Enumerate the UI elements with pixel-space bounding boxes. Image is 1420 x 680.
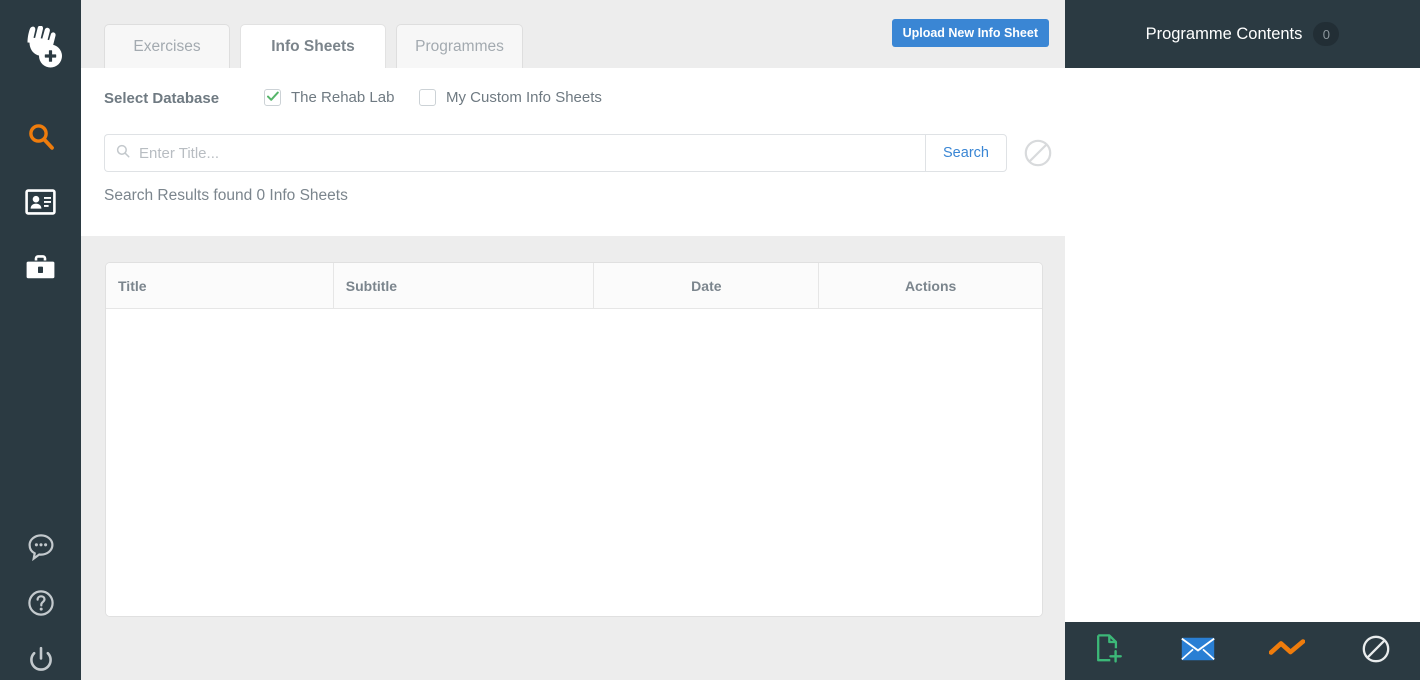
checkbox-box[interactable] [419,89,436,106]
column-label: Title [118,277,147,294]
column-label: Subtitle [345,277,398,294]
select-database-label: Select Database [104,90,220,107]
table-column-actions[interactable]: Actions [819,263,1042,308]
briefcase-icon [25,254,56,281]
info-sheets-table: Title Subtitle Date Actions [105,262,1043,617]
table-column-date[interactable]: Date [594,263,820,308]
left-sidebar [0,0,81,680]
email-button[interactable] [1154,622,1243,680]
search-field[interactable] [104,134,925,172]
checkbox-label: The Rehab Lab [291,89,395,106]
sidebar-item-help[interactable] [0,571,81,635]
tab-bar: Exercises Info Sheets Programmes Upload … [81,0,1065,68]
panel-title: Programme Contents [1145,24,1303,43]
checkbox-label: My Custom Info Sheets [446,89,602,106]
checkbox-box[interactable] [264,89,281,106]
envelope-icon [1181,637,1215,666]
table-column-subtitle[interactable]: Subtitle [334,263,595,308]
tab-label: Programmes [415,37,504,55]
sidebar-item-patients[interactable] [0,170,81,234]
file-plus-icon [1095,633,1123,669]
upload-new-info-sheet-button[interactable]: Upload New Info Sheet [891,19,1049,47]
checkbox-my-custom-info-sheets[interactable]: My Custom Info Sheets [419,89,602,106]
column-label: Actions [904,277,957,294]
app-root: Exercises Info Sheets Programmes Upload … [0,0,1420,680]
filter-panel: Select Database The Rehab Lab My Custom … [81,68,1067,236]
ban-circle-icon [1361,634,1391,669]
programme-contents-header: Programme Contents 0 [1065,0,1420,68]
search-results-summary: Search Results found 0 Info Sheets [104,187,348,204]
power-icon [27,645,55,673]
checkbox-the-rehab-lab[interactable]: The Rehab Lab [264,89,394,106]
id-card-icon [25,189,56,215]
search-icon [116,144,130,163]
chat-bubble-icon [27,533,55,561]
programme-count-badge: 0 [1313,22,1340,46]
search-row: Search [104,134,1052,172]
tab-label: Info Sheets [271,37,355,55]
table-header-row: Title Subtitle Date Actions [106,263,1042,309]
clear-programme-button[interactable] [1331,622,1420,680]
tab-programmes[interactable]: Programmes [396,24,523,68]
table-body-empty [106,309,1042,616]
ban-circle-icon[interactable] [1023,138,1053,173]
tab-label: Exercises [133,37,201,55]
activity-zigzag-icon [1268,638,1306,665]
sidebar-item-search[interactable] [0,105,81,169]
search-button[interactable]: Search [925,134,1007,172]
add-document-button[interactable] [1065,622,1154,680]
table-column-title[interactable]: Title [106,263,334,308]
column-label: Date [691,277,722,294]
programme-actions-bar [1065,622,1420,680]
question-circle-icon [27,589,55,617]
programme-contents-panel: Programme Contents 0 [1065,0,1420,680]
programme-contents-list [1065,68,1420,622]
activity-button[interactable] [1243,622,1332,680]
check-icon [266,89,279,107]
sidebar-item-chat[interactable] [0,515,81,579]
main-area: Exercises Info Sheets Programmes Upload … [81,0,1067,680]
search-input[interactable] [137,143,877,163]
sidebar-item-logout[interactable] [0,627,81,680]
search-icon [26,122,56,152]
sidebar-item-toolbox[interactable] [0,235,81,299]
tab-info-sheets[interactable]: Info Sheets [240,24,386,68]
app-logo[interactable] [0,14,81,82]
tab-exercises[interactable]: Exercises [104,24,230,68]
